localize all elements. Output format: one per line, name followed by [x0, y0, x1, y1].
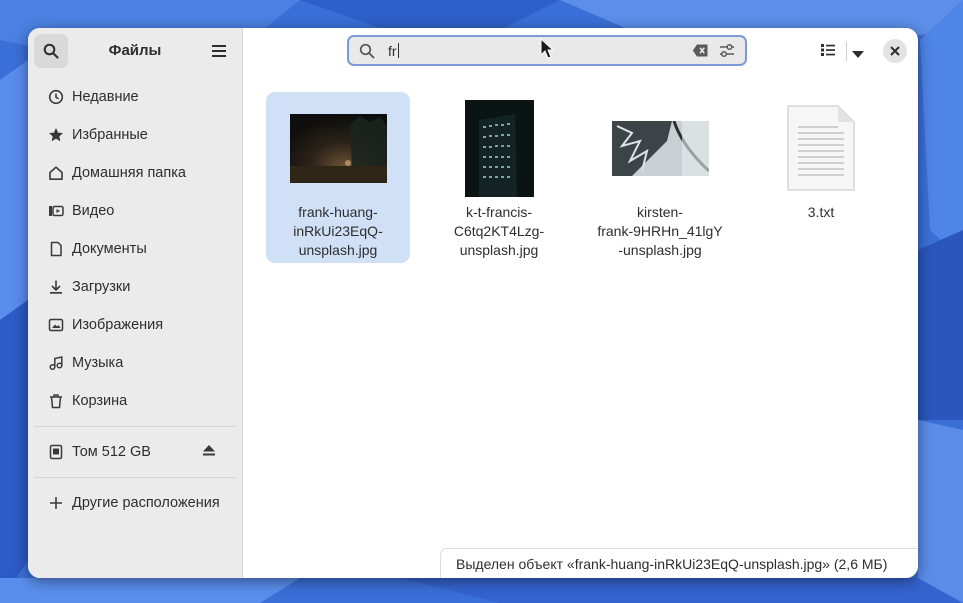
sidebar-item-volume[interactable]: Том 512 GB — [28, 433, 242, 471]
app-title: Файлы — [108, 42, 162, 59]
main-menu-button[interactable] — [202, 34, 236, 68]
file-manager-window: Файлы Недавние Избранные Домашняя папка … — [28, 28, 918, 578]
toolbar-separator — [846, 41, 847, 61]
file-item[interactable]: k-t-francis- C6tq2KT4Lzg- unsplash.jpg — [427, 92, 571, 263]
search-icon — [43, 43, 59, 59]
image-icon — [48, 317, 64, 333]
sidebar-divider — [34, 426, 236, 427]
file-item[interactable]: kirsten- frank-9HRHn_41lgY -unsplash.jpg — [588, 92, 732, 263]
search-query[interactable]: fr — [388, 43, 399, 59]
sidebar-item-label: Домашняя папка — [72, 165, 186, 181]
image-thumbnail — [588, 92, 732, 204]
search-icon — [359, 43, 375, 64]
sidebar-item-recent[interactable]: Недавние — [28, 78, 242, 116]
trash-icon — [48, 393, 64, 409]
sidebar-header: Файлы — [28, 28, 242, 74]
image-thumbnail — [266, 92, 410, 204]
status-bar: Выделен объект «frank-huang-inRkUi23EqQ-… — [440, 548, 918, 578]
sidebar: Файлы Недавние Избранные Домашняя папка … — [28, 28, 243, 578]
sidebar-item-label: Видео — [72, 203, 115, 219]
clock-icon — [48, 89, 64, 105]
mouse-cursor-icon — [540, 38, 554, 59]
eject-icon[interactable] — [202, 443, 216, 461]
file-name: 3.txt — [807, 204, 835, 220]
sidebar-item-documents[interactable]: Документы — [28, 230, 242, 268]
home-icon — [48, 165, 64, 181]
sidebar-item-label: Том 512 GB — [72, 444, 151, 460]
file-name: frank-huang- inRkUi23EqQ- unsplash.jpg — [293, 204, 383, 258]
sidebar-item-trash[interactable]: Корзина — [28, 382, 242, 420]
sidebar-item-pictures[interactable]: Изображения — [28, 306, 242, 344]
plus-icon — [48, 495, 64, 511]
text-file-icon — [749, 92, 893, 204]
sidebar-item-home[interactable]: Домашняя папка — [28, 154, 242, 192]
sidebar-item-label: Корзина — [72, 393, 128, 409]
file-name: kirsten- frank-9HRHn_41lgY -unsplash.jpg — [597, 204, 723, 258]
sidebar-places: Недавние Избранные Домашняя папка Видео — [28, 78, 242, 522]
sidebar-item-starred[interactable]: Избранные — [28, 116, 242, 154]
clear-search-icon[interactable] — [692, 43, 709, 63]
file-item[interactable]: 3.txt — [749, 92, 893, 263]
file-item[interactable]: frank-huang- inRkUi23EqQ- unsplash.jpg — [266, 92, 410, 263]
list-view-icon[interactable] — [820, 42, 836, 63]
sidebar-item-label: Документы — [72, 241, 147, 257]
file-grid: frank-huang- inRkUi23EqQ- unsplash.jpg k… — [242, 74, 918, 578]
search-filters-icon[interactable] — [719, 43, 735, 63]
file-name: k-t-francis- C6tq2KT4Lzg- unsplash.jpg — [453, 204, 545, 258]
sidebar-item-label: Загрузки — [72, 279, 131, 295]
star-icon — [48, 127, 64, 143]
hamburger-menu-icon — [212, 45, 226, 57]
image-thumbnail — [427, 92, 571, 204]
video-icon — [48, 203, 64, 219]
sidebar-item-music[interactable]: Музыка — [28, 344, 242, 382]
sidebar-item-label: Избранные — [72, 127, 148, 143]
sidebar-item-downloads[interactable]: Загрузки — [28, 268, 242, 306]
download-icon — [48, 279, 64, 295]
sidebar-divider — [34, 477, 236, 478]
chevron-down-icon[interactable] — [852, 46, 864, 64]
sidebar-item-label: Музыка — [72, 355, 124, 371]
drive-icon — [48, 444, 64, 460]
sidebar-item-label: Недавние — [72, 89, 139, 105]
close-window-button[interactable] — [883, 39, 907, 63]
document-icon — [48, 241, 64, 257]
sidebar-item-other-locations[interactable]: Другие расположения — [28, 484, 242, 522]
sidebar-item-videos[interactable]: Видео — [28, 192, 242, 230]
sidebar-item-label: Другие расположения — [72, 495, 220, 511]
sidebar-item-label: Изображения — [72, 317, 164, 333]
header-bar: fr — [242, 28, 918, 74]
close-icon — [890, 46, 900, 56]
search-toggle-button[interactable] — [34, 34, 68, 68]
music-icon — [48, 355, 64, 371]
